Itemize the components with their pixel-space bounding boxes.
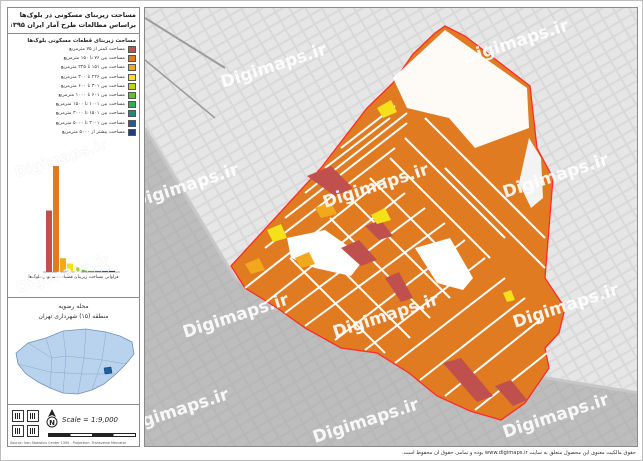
legend-item: مساحت کمتر از ۷۵ مترمربع (11, 45, 136, 54)
selected-neighborhood (103, 366, 113, 375)
legend-swatch (128, 46, 136, 54)
legend-item: مساحت بین ۳۰۱ تا ۶۰۰ مترمربع (11, 82, 136, 91)
logo-icon (12, 425, 24, 437)
legend-swatch (128, 119, 136, 127)
legend-title: مساحت زیربنای قطعات مسکونی بلوک‌ها (27, 38, 136, 44)
chart-bar (109, 270, 115, 272)
legend-swatch (128, 92, 136, 100)
scale-bar (48, 433, 136, 437)
source-note: Source: Iran Statistics Center 1395 - Pr… (10, 441, 127, 445)
north-arrow-icon: N (46, 409, 58, 428)
legend-item: مساحت بین ۱۵۱ تا ۲۲۵ مترمربع (11, 63, 136, 72)
legend-swatch (128, 73, 136, 81)
logo-icon (27, 425, 39, 437)
tehran-outline (15, 328, 135, 395)
legend-label: مساحت بین ۱۰۰۱ تا ۱۵۰۰ مترمربع (55, 102, 125, 108)
legend-label: مساحت بین ۱۵۰۱ تا ۳۰۰۰ مترمربع (55, 111, 125, 117)
map-sidebar: مساحت زیربنای مسکونی در بلوک‌ها براساس م… (7, 7, 140, 447)
chart-bar (46, 210, 52, 272)
tehran-locator-svg (15, 328, 135, 395)
legend-label: مساحت بین ۶۰۱ تا ۱۰۰۰ مترمربع (58, 93, 125, 99)
legend-item: مساحت بین ۱۵۰۱ تا ۳۰۰۰ مترمربع (11, 109, 136, 118)
chart-bar (53, 166, 59, 272)
legend-swatch (128, 128, 136, 136)
legend-swatch (128, 82, 136, 90)
svg-text:N: N (49, 419, 55, 427)
legend-item: مساحت بین ۱۰۰۱ تا ۱۵۰۰ مترمربع (11, 100, 136, 109)
map-canvas[interactable]: Digimaps.ir Digimaps.ir Digimaps.ir Digi… (144, 7, 638, 447)
legend-item: مساحت بیشتر از ۵۰۰۰ مترمربع (11, 128, 136, 137)
map-title: مساحت زیربنای مسکونی در بلوک‌ها (19, 11, 136, 19)
legend-label: مساحت بین ۳۰۰۱ تا ۵۰۰۰ مترمربع (55, 120, 125, 126)
legend-swatch (128, 110, 136, 118)
map-footer: N Scale = 1:9,000 Source: Iran Statistic… (8, 405, 139, 446)
map-sheet: مساحت زیربنای مسکونی در بلوک‌ها براساس م… (0, 0, 643, 461)
map-svg[interactable]: Digimaps.ir Digimaps.ir Digimaps.ir Digi… (145, 8, 638, 447)
legend-label: مساحت بین ۳۰۱ تا ۶۰۰ مترمربع (60, 83, 125, 89)
legend-item: مساحت بین ۲۲۶ تا ۳۰۰ مترمربع (11, 73, 136, 82)
legend-label: مساحت بین ۲۲۶ تا ۳۰۰ مترمربع (60, 74, 125, 80)
legend-swatch (128, 101, 136, 109)
legend-item: مساحت بین ۷۶ تا ۱۵۰ مترمربع (11, 54, 136, 63)
legend-label: مساحت بین ۱۵۱ تا ۲۲۵ مترمربع (60, 65, 125, 71)
map-subtitle: براساس مطالعات طرح آمار ایران ۱۳۹۵ (11, 21, 136, 29)
legend-items: مساحت کمتر از ۷۵ مترمربع مساحت بین ۷۶ تا … (11, 45, 136, 137)
locator-map: محله رضویه منطقه (۱۵) شهرداری تهران (8, 298, 139, 405)
map-title-box: مساحت زیربنای مسکونی در بلوک‌ها براساس م… (8, 8, 139, 34)
legend: مساحت زیربنای قطعات مسکونی بلوک‌ها مساحت… (8, 34, 139, 146)
chart-bar (102, 270, 108, 272)
legend-swatch (128, 64, 136, 72)
qr-code-icon (27, 410, 39, 422)
scale-label: Scale = 1:9,000 (62, 416, 118, 424)
legend-label: مساحت کمتر از ۷۵ مترمربع (69, 47, 125, 53)
legend-item: مساحت بین ۳۰۰۱ تا ۵۰۰۰ مترمربع (11, 119, 136, 128)
qr-code-icon (12, 410, 24, 422)
legend-label: مساحت بین ۷۶ تا ۱۵۰ مترمربع (63, 56, 125, 62)
legend-label: مساحت بیشتر از ۵۰۰۰ مترمربع (62, 129, 125, 135)
legend-item: مساحت بین ۶۰۱ تا ۱۰۰۰ مترمربع (11, 91, 136, 100)
legend-swatch (128, 55, 136, 63)
copyright-notice: حقوق مالکیت معنوی این محصول متعلق به سای… (402, 450, 636, 456)
